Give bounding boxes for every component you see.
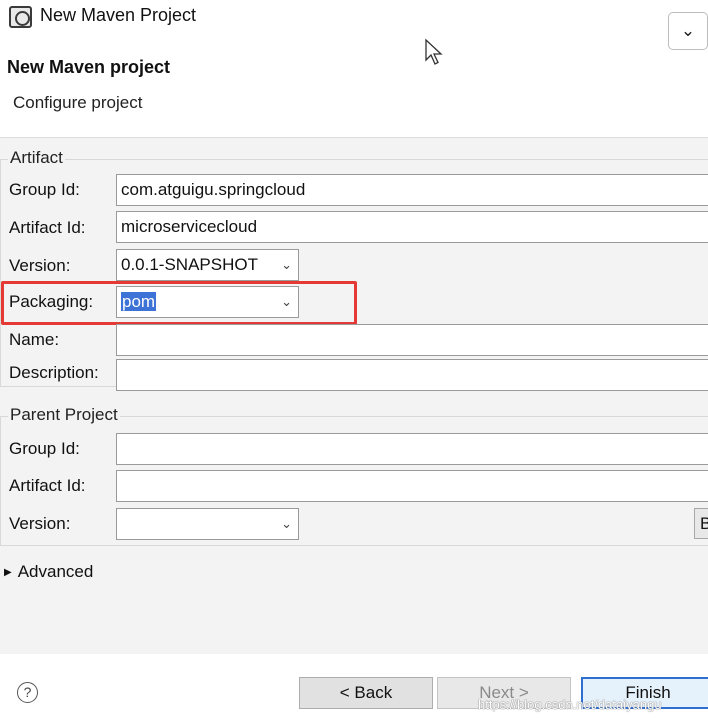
chevron-down-icon: ⌄ bbox=[680, 21, 696, 40]
parent-version-label: Version: bbox=[9, 514, 71, 533]
name-label: Name: bbox=[9, 330, 60, 349]
parent-artifact-id-input[interactable] bbox=[116, 470, 708, 502]
help-icon[interactable]: ? bbox=[17, 682, 38, 703]
window-title: New Maven Project bbox=[40, 5, 197, 25]
parent-group-id-label: Group Id: bbox=[9, 439, 80, 458]
advanced-expander[interactable]: ▶ Advanced bbox=[4, 562, 93, 582]
group-id-label: Group Id: bbox=[9, 180, 80, 199]
description-label: Description: bbox=[9, 363, 99, 382]
parent-group-id-input[interactable] bbox=[116, 433, 708, 465]
artifact-group-label: Artifact bbox=[8, 148, 65, 168]
triangle-right-icon: ▶ bbox=[4, 567, 12, 578]
mouse-cursor-icon bbox=[425, 38, 443, 65]
version-combo-value: 0.0.1-SNAPSHOT bbox=[121, 255, 258, 274]
artifact-id-label: Artifact Id: bbox=[9, 218, 86, 237]
browse-button[interactable]: B bbox=[694, 508, 708, 539]
advanced-label: Advanced bbox=[17, 562, 94, 581]
name-input[interactable] bbox=[116, 324, 708, 356]
wizard-page-subtitle: Configure project bbox=[13, 93, 143, 112]
chevron-down-icon: ⌄ bbox=[281, 257, 292, 272]
window-menu-button[interactable]: ⌄ bbox=[668, 12, 708, 50]
chevron-down-icon: ⌄ bbox=[281, 516, 292, 531]
version-label: Version: bbox=[9, 256, 71, 275]
wizard-page-title: New Maven project bbox=[7, 57, 171, 77]
description-input[interactable] bbox=[116, 359, 708, 391]
watermark-text: https://blog.csdn.net/dataiyangu bbox=[478, 697, 662, 712]
group-id-input[interactable]: com.atguigu.springcloud bbox=[116, 174, 708, 206]
parent-project-group-label: Parent Project bbox=[8, 405, 120, 425]
maven-app-icon bbox=[9, 6, 32, 28]
artifact-id-input[interactable]: microservicecloud bbox=[116, 211, 708, 243]
version-combo[interactable]: 0.0.1-SNAPSHOT ⌄ bbox=[116, 249, 299, 281]
parent-artifact-id-label: Artifact Id: bbox=[9, 476, 86, 495]
packaging-highlight-annotation bbox=[1, 281, 357, 325]
parent-version-combo[interactable]: ⌄ bbox=[116, 508, 299, 540]
back-button[interactable]: < Back bbox=[299, 677, 433, 709]
